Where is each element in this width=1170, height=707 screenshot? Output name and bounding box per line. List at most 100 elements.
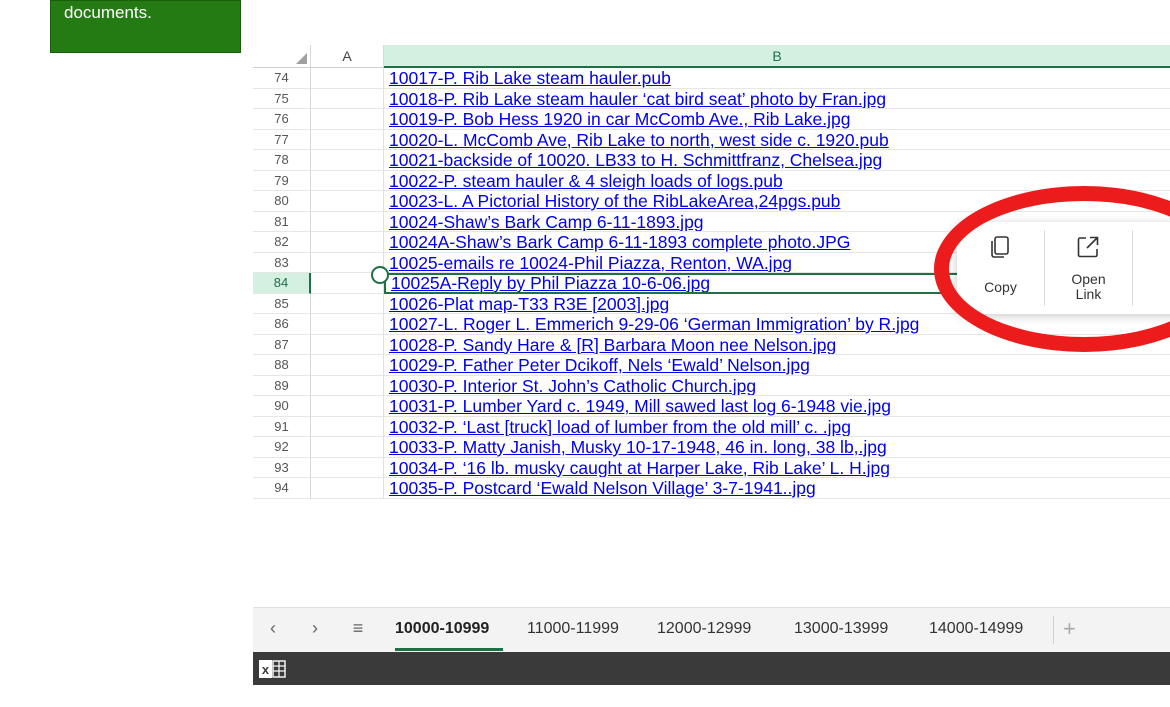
cell-a[interactable] <box>311 437 384 458</box>
excel-app-icon: x <box>259 660 286 678</box>
open-link-button[interactable]: Open Link <box>1045 222 1132 314</box>
cell-a[interactable] <box>311 191 384 212</box>
open-link-label-line1: Open <box>1071 271 1106 287</box>
column-header-b[interactable]: B <box>384 45 1170 68</box>
row-number[interactable]: 94 <box>253 478 311 499</box>
cell-a[interactable] <box>311 355 384 376</box>
cell-a[interactable] <box>311 396 384 417</box>
select-all-corner[interactable] <box>253 45 311 68</box>
row-number[interactable]: 81 <box>253 211 311 232</box>
sheet-tab[interactable]: 14000-14999 <box>929 620 1023 638</box>
hyperlink-cell[interactable]: 10021-backside of 10020. LB33 to H. Schm… <box>384 150 1170 171</box>
hyperlink-cell[interactable]: 10031-P. Lumber Yard c. 1949, Mill sawed… <box>384 396 1170 417</box>
row-number[interactable]: 89 <box>253 375 311 396</box>
table-row: 87 10028-P. Sandy Hare & [R] Barbara Moon… <box>253 334 1170 355</box>
row-number[interactable]: 79 <box>253 170 311 191</box>
hyperlink-cell[interactable]: 10017-P. Rib Lake steam hauler.pub <box>384 68 1170 89</box>
svg-text:x: x <box>262 662 270 677</box>
row-number[interactable]: 88 <box>253 355 311 376</box>
table-row: 80 10023-L. A Pictorial History of the Ri… <box>253 191 1170 212</box>
row-number[interactable]: 80 <box>253 191 311 212</box>
cell-a[interactable] <box>311 232 384 253</box>
table-row: 94 10035-P. Postcard ‘Ewald Nelson Villag… <box>253 478 1170 499</box>
cell-a[interactable] <box>311 109 384 130</box>
active-tab-indicator <box>395 648 503 651</box>
cell-a[interactable] <box>311 375 384 396</box>
add-sheet-button[interactable]: + <box>1063 616 1076 642</box>
note-card-text: documents. <box>64 3 152 22</box>
copy-icon <box>991 236 1009 258</box>
hyperlink-cell[interactable]: 10028-P. Sandy Hare & [R] Barbara Moon n… <box>384 335 1170 355</box>
hyperlink-cell[interactable]: 10020-L. McComb Ave, Rib Lake to north, … <box>384 130 1170 150</box>
row-number[interactable]: 87 <box>253 334 311 355</box>
next-sheet-button[interactable]: › <box>305 618 325 639</box>
hyperlink-cell[interactable]: 10032-P. ‘Last [truck] load of lumber fr… <box>384 417 1170 437</box>
sheet-tab-bar: ‹ › ≡ 10000-10999 11000-11999 12000-12999 1… <box>253 607 1170 652</box>
sheet-tab[interactable]: 13000-13999 <box>794 620 888 638</box>
popup-separator <box>1132 230 1133 306</box>
selection-handle[interactable] <box>371 266 389 284</box>
hyperlink-cell[interactable]: 10022-P. steam hauler & 4 sleigh loads o… <box>384 171 1170 191</box>
table-row: 89 10030-P. Interior St. John’s Catholic … <box>253 375 1170 396</box>
hyperlink-context-popup: Copy Open Link <box>957 222 1170 314</box>
row-number[interactable]: 83 <box>253 252 311 273</box>
table-row: 76 10019-P. Bob Hess 1920 in car McComb A… <box>253 109 1170 130</box>
row-number[interactable]: 91 <box>253 416 311 437</box>
screenshot-root: documents. A B 74 10017-P. Rib Lake steam… <box>0 0 1170 707</box>
sheet-tab[interactable]: 10000-10999 <box>395 620 489 638</box>
table-row: 92 10033-P. Matty Janish, Musky 10-17-194… <box>253 437 1170 458</box>
prev-sheet-button[interactable]: ‹ <box>263 618 283 639</box>
sheet-tab[interactable]: 12000-12999 <box>657 620 751 638</box>
table-row: 88 10029-P. Father Peter Dcikoff, Nels ‘E… <box>253 355 1170 376</box>
hyperlink-cell[interactable]: 10029-P. Father Peter Dcikoff, Nels ‘Ewa… <box>384 355 1170 376</box>
hyperlink-cell[interactable]: 10023-L. A Pictorial History of the RibL… <box>384 191 1170 212</box>
note-card: documents. <box>50 0 241 53</box>
open-link-label-line2: Link <box>1075 286 1102 302</box>
sheet-tab[interactable]: 11000-11999 <box>527 620 619 638</box>
hyperlink-cell[interactable]: 10035-P. Postcard ‘Ewald Nelson Village’… <box>384 478 1170 499</box>
table-row: 75 10018-P. Rib Lake steam hauler ‘cat bi… <box>253 88 1170 109</box>
cell-a[interactable] <box>311 314 384 335</box>
table-row: 74 10017-P. Rib Lake steam hauler.pub <box>253 68 1170 89</box>
status-bar: x <box>253 652 1170 685</box>
row-number[interactable]: 78 <box>253 150 311 171</box>
row-number[interactable]: 85 <box>253 293 311 314</box>
tab-separator <box>1053 616 1054 644</box>
hyperlink-cell[interactable]: 10033-P. Matty Janish, Musky 10-17-1948,… <box>384 437 1170 458</box>
row-number[interactable]: 90 <box>253 396 311 417</box>
cell-a[interactable] <box>311 88 384 109</box>
cell-a[interactable] <box>311 68 384 89</box>
cell-a[interactable] <box>311 170 384 191</box>
cell-a[interactable] <box>311 129 384 150</box>
row-number[interactable]: 74 <box>253 68 311 89</box>
row-number[interactable]: 77 <box>253 129 311 150</box>
open-link-label: Open Link <box>1045 272 1132 302</box>
column-header-a[interactable]: A <box>311 45 384 68</box>
row-number[interactable]: 92 <box>253 437 311 458</box>
cell-a[interactable] <box>311 457 384 478</box>
hyperlink-cell[interactable]: 10034-P. ‘16 lb. musky caught at Harper … <box>384 458 1170 478</box>
hyperlink-cell[interactable]: 10018-P. Rib Lake steam hauler ‘cat bird… <box>384 89 1170 109</box>
cell-a[interactable] <box>311 416 384 437</box>
cell-a[interactable] <box>311 293 384 314</box>
row-number[interactable]: 76 <box>253 109 311 130</box>
copy-label: Copy <box>984 279 1017 295</box>
row-number[interactable]: 75 <box>253 88 311 109</box>
hyperlink-cell[interactable]: 10030-P. Interior St. John’s Catholic Ch… <box>384 376 1170 396</box>
row-number[interactable]: 93 <box>253 457 311 478</box>
open-link-icon <box>1077 236 1099 258</box>
table-row: 78 10021-backside of 10020. LB33 to H. Sc… <box>253 150 1170 171</box>
row-number[interactable]: 82 <box>253 232 311 253</box>
cell-a[interactable] <box>311 478 384 499</box>
row-number[interactable]: 86 <box>253 314 311 335</box>
hyperlink-cell[interactable]: 10027-L. Roger L. Emmerich 9-29-06 ‘Germ… <box>384 314 1170 335</box>
table-row: 93 10034-P. ‘16 lb. musky caught at Harpe… <box>253 457 1170 478</box>
cell-a[interactable] <box>311 211 384 232</box>
cell-a[interactable] <box>311 150 384 171</box>
sheet-list-menu-icon[interactable]: ≡ <box>348 618 368 639</box>
cell-a[interactable] <box>311 334 384 355</box>
row-number[interactable]: 84 <box>253 273 311 294</box>
hyperlink-cell[interactable]: 10019-P. Bob Hess 1920 in car McComb Ave… <box>384 109 1170 130</box>
copy-button[interactable]: Copy <box>957 222 1044 314</box>
table-row: 91 10032-P. ‘Last [truck] load of lumber … <box>253 416 1170 437</box>
